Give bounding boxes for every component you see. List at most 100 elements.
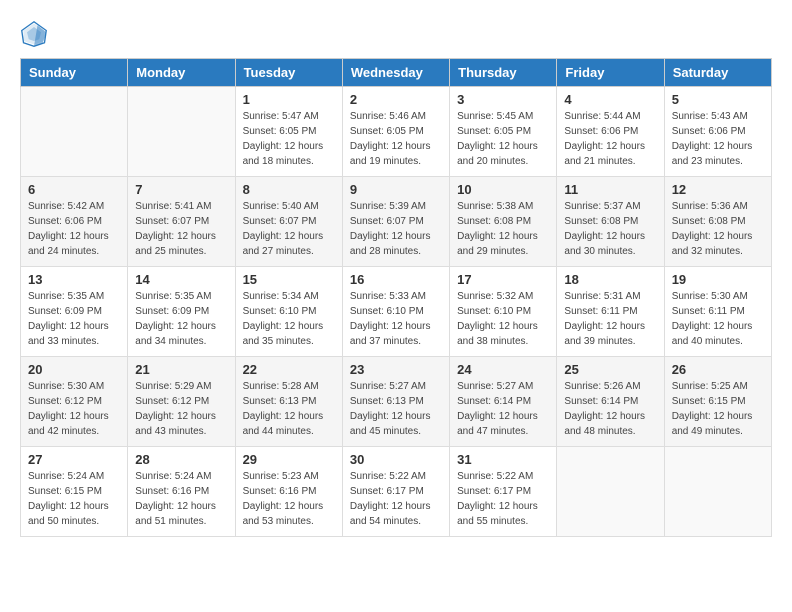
header-day: Wednesday [342,59,449,87]
day-number: 8 [243,182,335,197]
day-detail: Sunrise: 5:32 AMSunset: 6:10 PMDaylight:… [457,289,549,349]
day-detail: Sunrise: 5:24 AMSunset: 6:16 PMDaylight:… [135,469,227,529]
day-number: 15 [243,272,335,287]
day-number: 1 [243,92,335,107]
calendar-cell: 15 Sunrise: 5:34 AMSunset: 6:10 PMDayligh… [235,267,342,357]
calendar-cell: 12 Sunrise: 5:36 AMSunset: 6:08 PMDayligh… [664,177,771,267]
day-detail: Sunrise: 5:26 AMSunset: 6:14 PMDaylight:… [564,379,656,439]
calendar-cell: 5Sunrise: 5:43 AMSunset: 6:06 PMDaylight… [664,87,771,177]
calendar-cell: 7Sunrise: 5:41 AMSunset: 6:07 PMDaylight… [128,177,235,267]
day-number: 13 [28,272,120,287]
day-number: 3 [457,92,549,107]
calendar-cell: 6 Sunrise: 5:42 AMSunset: 6:06 PMDaylight… [21,177,128,267]
calendar-header: SundayMondayTuesdayWednesdayThursdayFrid… [21,59,772,87]
calendar-cell: 26 Sunrise: 5:25 AMSunset: 6:15 PMDayligh… [664,357,771,447]
day-number: 10 [457,182,549,197]
day-detail: Sunrise: 5:44 AMSunset: 6:06 PMDaylight:… [564,109,656,169]
day-number: 28 [135,452,227,467]
calendar-cell [128,87,235,177]
day-detail: Sunrise: 5:22 AMSunset: 6:17 PMDaylight:… [457,469,549,529]
day-detail: Sunrise: 5:27 AMSunset: 6:14 PMDaylight:… [457,379,549,439]
calendar-cell: 20 Sunrise: 5:30 AMSunset: 6:12 PMDayligh… [21,357,128,447]
calendar-cell: 30 Sunrise: 5:22 AMSunset: 6:17 PMDayligh… [342,447,449,537]
calendar-cell: 29 Sunrise: 5:23 AMSunset: 6:16 PMDayligh… [235,447,342,537]
header-day: Thursday [450,59,557,87]
day-number: 29 [243,452,335,467]
day-number: 19 [672,272,764,287]
header-day: Friday [557,59,664,87]
day-number: 30 [350,452,442,467]
day-detail: Sunrise: 5:41 AMSunset: 6:07 PMDaylight:… [135,199,227,259]
day-number: 22 [243,362,335,377]
calendar-cell: 16 Sunrise: 5:33 AMSunset: 6:10 PMDayligh… [342,267,449,357]
calendar-cell: 13 Sunrise: 5:35 AMSunset: 6:09 PMDayligh… [21,267,128,357]
calendar-cell: 14 Sunrise: 5:35 AMSunset: 6:09 PMDayligh… [128,267,235,357]
calendar-cell: 28 Sunrise: 5:24 AMSunset: 6:16 PMDayligh… [128,447,235,537]
calendar-cell: 23 Sunrise: 5:27 AMSunset: 6:13 PMDayligh… [342,357,449,447]
day-detail: Sunrise: 5:37 AMSunset: 6:08 PMDaylight:… [564,199,656,259]
day-number: 9 [350,182,442,197]
header-day: Tuesday [235,59,342,87]
calendar-cell: 4 Sunrise: 5:44 AMSunset: 6:06 PMDaylight… [557,87,664,177]
day-detail: Sunrise: 5:29 AMSunset: 6:12 PMDaylight:… [135,379,227,439]
day-detail: Sunrise: 5:23 AMSunset: 6:16 PMDaylight:… [243,469,335,529]
calendar-cell [21,87,128,177]
header-day: Saturday [664,59,771,87]
calendar-cell: 9Sunrise: 5:39 AMSunset: 6:07 PMDaylight… [342,177,449,267]
day-number: 20 [28,362,120,377]
calendar-week: 27Sunrise: 5:24 AMSunset: 6:15 PMDayligh… [21,447,772,537]
calendar-cell: 3 Sunrise: 5:45 AMSunset: 6:05 PMDaylight… [450,87,557,177]
day-detail: Sunrise: 5:25 AMSunset: 6:15 PMDaylight:… [672,379,764,439]
day-number: 5 [672,92,764,107]
day-detail: Sunrise: 5:24 AMSunset: 6:15 PMDaylight:… [28,469,120,529]
calendar-cell: 21 Sunrise: 5:29 AMSunset: 6:12 PMDayligh… [128,357,235,447]
header-day: Monday [128,59,235,87]
day-detail: Sunrise: 5:35 AMSunset: 6:09 PMDaylight:… [135,289,227,349]
day-detail: Sunrise: 5:36 AMSunset: 6:08 PMDaylight:… [672,199,764,259]
calendar-week: 1Sunrise: 5:47 AMSunset: 6:05 PMDaylight… [21,87,772,177]
day-number: 14 [135,272,227,287]
day-number: 4 [564,92,656,107]
header [20,20,772,48]
calendar-cell: 11 Sunrise: 5:37 AMSunset: 6:08 PMDayligh… [557,177,664,267]
calendar-cell: 31 Sunrise: 5:22 AMSunset: 6:17 PMDayligh… [450,447,557,537]
header-row: SundayMondayTuesdayWednesdayThursdayFrid… [21,59,772,87]
calendar-cell: 1Sunrise: 5:47 AMSunset: 6:05 PMDaylight… [235,87,342,177]
header-day: Sunday [21,59,128,87]
day-number: 23 [350,362,442,377]
calendar-table: SundayMondayTuesdayWednesdayThursdayFrid… [20,58,772,537]
day-number: 11 [564,182,656,197]
day-number: 18 [564,272,656,287]
logo-icon [20,20,48,48]
calendar-cell: 25 Sunrise: 5:26 AMSunset: 6:14 PMDayligh… [557,357,664,447]
day-number: 16 [350,272,442,287]
day-detail: Sunrise: 5:35 AMSunset: 6:09 PMDaylight:… [28,289,120,349]
day-number: 12 [672,182,764,197]
day-number: 31 [457,452,549,467]
day-number: 25 [564,362,656,377]
calendar-cell: 2Sunrise: 5:46 AMSunset: 6:05 PMDaylight… [342,87,449,177]
day-detail: Sunrise: 5:31 AMSunset: 6:11 PMDaylight:… [564,289,656,349]
day-detail: Sunrise: 5:22 AMSunset: 6:17 PMDaylight:… [350,469,442,529]
day-detail: Sunrise: 5:27 AMSunset: 6:13 PMDaylight:… [350,379,442,439]
day-detail: Sunrise: 5:42 AMSunset: 6:06 PMDaylight:… [28,199,120,259]
day-detail: Sunrise: 5:33 AMSunset: 6:10 PMDaylight:… [350,289,442,349]
day-detail: Sunrise: 5:34 AMSunset: 6:10 PMDaylight:… [243,289,335,349]
calendar-cell [664,447,771,537]
day-detail: Sunrise: 5:40 AMSunset: 6:07 PMDaylight:… [243,199,335,259]
calendar-cell: 22Sunrise: 5:28 AMSunset: 6:13 PMDayligh… [235,357,342,447]
calendar-cell: 8 Sunrise: 5:40 AMSunset: 6:07 PMDaylight… [235,177,342,267]
day-number: 6 [28,182,120,197]
day-detail: Sunrise: 5:45 AMSunset: 6:05 PMDaylight:… [457,109,549,169]
day-number: 21 [135,362,227,377]
calendar-cell: 27Sunrise: 5:24 AMSunset: 6:15 PMDayligh… [21,447,128,537]
day-detail: Sunrise: 5:46 AMSunset: 6:05 PMDaylight:… [350,109,442,169]
day-detail: Sunrise: 5:30 AMSunset: 6:12 PMDaylight:… [28,379,120,439]
logo [20,20,52,48]
calendar-cell: 24Sunrise: 5:27 AMSunset: 6:14 PMDayligh… [450,357,557,447]
day-number: 26 [672,362,764,377]
calendar-cell: 18 Sunrise: 5:31 AMSunset: 6:11 PMDayligh… [557,267,664,357]
page-container: SundayMondayTuesdayWednesdayThursdayFrid… [20,20,772,537]
day-number: 17 [457,272,549,287]
calendar-body: 1Sunrise: 5:47 AMSunset: 6:05 PMDaylight… [21,87,772,537]
